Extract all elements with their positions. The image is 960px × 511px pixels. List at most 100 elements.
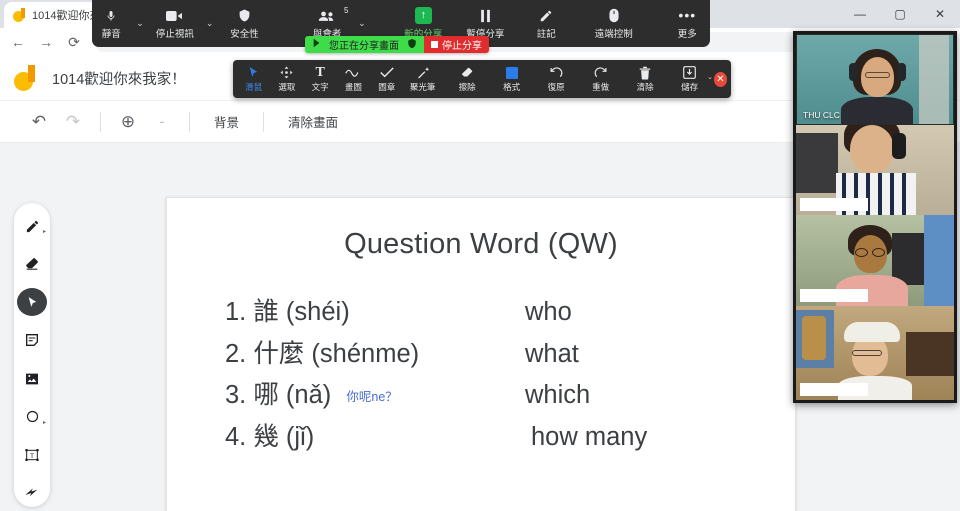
toolbar-divider-3 [263, 111, 265, 132]
participants-icon [318, 7, 336, 24]
redo-arrow-icon [594, 65, 608, 80]
undo-tool-label: 復原 [547, 82, 565, 92]
stamp-tool[interactable]: 圖章 [370, 60, 403, 98]
clear-frame-button[interactable]: 清除畫面 [274, 112, 352, 131]
term-english: what [525, 339, 579, 368]
term-english: who [525, 298, 572, 326]
participant-tile-1[interactable]: THU CLC [796, 34, 954, 125]
share-screen-icon: ↑ [414, 7, 432, 24]
annotate-button[interactable]: 註記 [524, 0, 569, 47]
stop-video-label: 停止視訊 [155, 29, 194, 40]
participant-name-2-redacted [800, 198, 868, 211]
sharing-status-pill: 您正在分享畫面 停止分享 [305, 36, 489, 53]
participant-video-strip: THU CLC [793, 31, 957, 403]
draw-tool[interactable]: 畫圖 [337, 60, 370, 98]
shape-caret-icon: ▸ [42, 419, 46, 426]
eraser-tool[interactable] [17, 250, 47, 278]
check-icon [379, 65, 394, 80]
video-options-caret-icon[interactable]: ⌄ [200, 18, 219, 29]
select-tool[interactable] [17, 288, 47, 317]
participant-tile-4[interactable] [796, 306, 954, 400]
clear-tool[interactable]: 清除 [626, 60, 665, 98]
close-annotation-icon[interactable]: ✕ [713, 71, 728, 87]
shield-icon [407, 38, 417, 52]
wave-line-icon [345, 65, 361, 80]
close-icon[interactable]: ✕ [920, 0, 960, 28]
toolbar-divider-2 [189, 111, 190, 132]
slide-title: Question Word (QW) [344, 228, 618, 260]
clear-tool-label: 清除 [636, 82, 654, 92]
question-word-list: 1. 誰 (shéi) who 2. 什麼 (shénme) what 3. 哪… [225, 291, 785, 457]
more-button[interactable]: ••• 更多 [665, 0, 710, 47]
remote-control-button[interactable]: 遠端控制 [585, 0, 643, 47]
sharing-indicator: 您正在分享畫面 [305, 36, 424, 53]
trash-icon [639, 65, 651, 80]
pencil-icon [539, 7, 553, 24]
participant-count-badge: 5 [343, 6, 349, 15]
jam-zoom-in-icon[interactable]: ⊕ [111, 105, 145, 139]
list-item: 1. 誰 (shéi) who [225, 291, 785, 333]
color-square-icon [505, 65, 518, 80]
pen-tool[interactable]: ▸ [17, 212, 47, 240]
forward-icon[interactable]: → [34, 30, 58, 54]
redo-tool-label: 重做 [592, 82, 610, 92]
more-dots-icon: ••• [678, 7, 697, 23]
draw-tool-label: 畫圖 [344, 82, 362, 92]
term-chinese: 3. 哪 (nǎ) 你呢ne？ [225, 374, 525, 411]
participants-caret-icon[interactable]: ⌄ [352, 18, 371, 29]
set-background-button[interactable]: 背景 [200, 112, 253, 131]
minimize-icon[interactable]: — [840, 0, 880, 28]
select-tool[interactable]: 選取 [270, 60, 303, 98]
mute-options-caret-icon[interactable]: ⌄ [131, 18, 150, 29]
list-item: 4. 幾 (jǐ) how many [225, 416, 785, 458]
move-arrows-icon [280, 65, 293, 80]
erase-tool-label: 擦除 [458, 82, 476, 92]
maximize-icon[interactable]: ▢ [880, 0, 920, 28]
format-tool[interactable]: 格式 [492, 60, 531, 98]
term-chinese: 2. 什麼 (shénme) [225, 339, 420, 368]
participant-name-4-redacted [800, 383, 868, 396]
mute-button[interactable]: 靜音 [92, 0, 131, 47]
spotlight-tool[interactable]: 聚光筆 [403, 60, 442, 98]
save-caret-icon[interactable]: ⌄ [707, 73, 713, 81]
jam-zoom-out-icon[interactable]: - [145, 105, 179, 139]
text-T-icon: T [315, 64, 325, 80]
security-button[interactable]: 安全性 [219, 0, 270, 47]
stop-share-button[interactable]: 停止分享 [424, 36, 489, 53]
image-tool[interactable] [17, 365, 47, 393]
shape-tool[interactable]: ▸ [17, 403, 47, 431]
jamboard-title[interactable]: 1014歡迎你來我家！ [52, 68, 186, 89]
laser-pointer-tool[interactable] [17, 479, 47, 507]
participant-tile-3[interactable] [796, 215, 954, 306]
zoom-annotation-toolbar: 滑鼠 選取 T 文字 畫圖 圖章 聚光筆 擦除 格式 復原 重做 清除 ⌄ 儲存… [233, 60, 731, 98]
term-english: which [525, 381, 591, 409]
zoom-screen-share-window: 1014歡迎你來我家！ — ▢ ✕ ← → ⟳ jamboard.google.… [0, 0, 960, 511]
jamboard-canvas[interactable]: Question Word (QW) 1. 誰 (shéi) who 2. 什麼… [166, 197, 796, 511]
stop-video-button[interactable]: 停止視訊 [150, 0, 201, 47]
cursor-icon [247, 65, 260, 80]
save-tool[interactable]: ⌄ 儲存 [670, 60, 713, 98]
mouse-icon [609, 7, 619, 24]
text-box-tool[interactable]: T [17, 441, 47, 469]
reload-icon[interactable]: ⟳ [62, 30, 86, 54]
undo-tool[interactable]: 復原 [537, 60, 576, 98]
jam-redo-icon[interactable]: ↷ [56, 105, 90, 139]
term-chinese: 4. 幾 (jǐ) [225, 422, 315, 451]
text-tool[interactable]: T 文字 [304, 60, 337, 98]
save-download-icon [683, 65, 697, 80]
more-label: 更多 [677, 29, 697, 40]
stop-square-icon [431, 41, 438, 48]
jamboard-tool-rail: ▸ ▸ T [14, 203, 50, 507]
stamp-tool-label: 圖章 [378, 82, 396, 92]
erase-tool[interactable]: 擦除 [448, 60, 487, 98]
sticky-note-tool[interactable] [17, 326, 47, 354]
jam-undo-icon[interactable]: ↶ [22, 105, 56, 139]
text-tool-label: 文字 [311, 82, 329, 92]
format-tool-label: 格式 [503, 82, 521, 92]
mouse-tool[interactable]: 滑鼠 [237, 60, 270, 98]
participant-tile-2[interactable] [796, 125, 954, 215]
remote-control-label: 遠端控制 [594, 29, 633, 40]
back-icon[interactable]: ← [6, 30, 30, 54]
redo-tool[interactable]: 重做 [581, 60, 620, 98]
pause-icon [480, 7, 491, 24]
